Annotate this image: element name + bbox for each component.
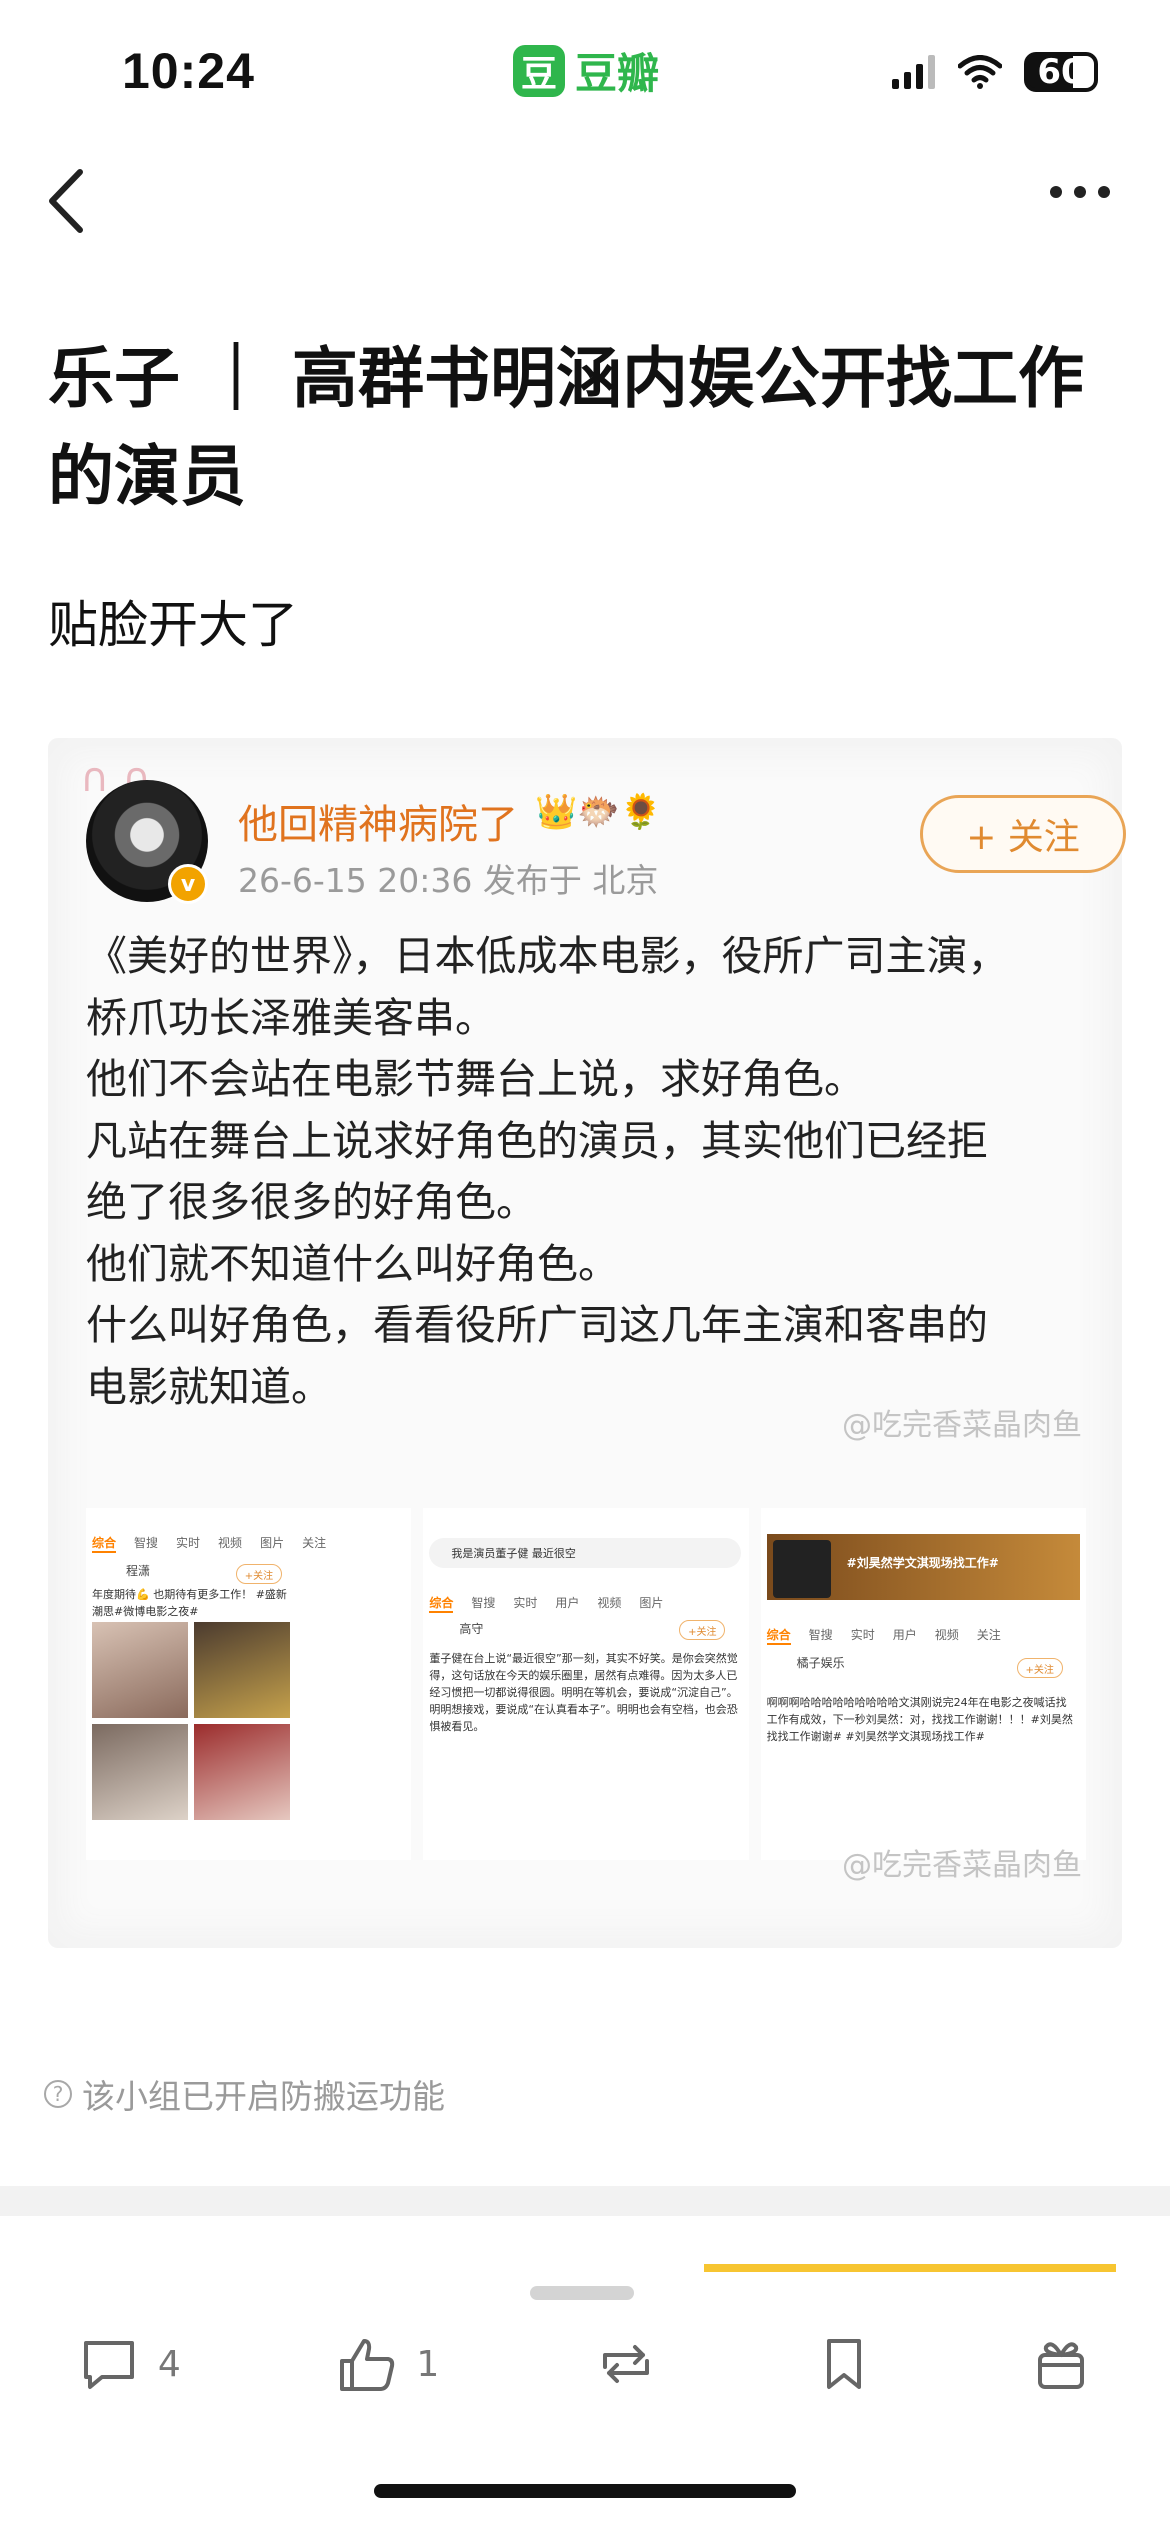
body-line: 绝了很多很多的好角色。 — [86, 1178, 537, 1226]
like-count: 1 — [416, 2343, 440, 2385]
tab: 关注 — [976, 1628, 1001, 1642]
embed-author-name: 他回精神病院了 — [238, 802, 518, 848]
watermark: @吃完香菜晶肉鱼 — [842, 1848, 1082, 1883]
section-divider — [0, 2186, 1170, 2216]
battery-level: 60 — [1037, 52, 1085, 92]
tab: 实时 — [513, 1596, 538, 1610]
tab-row: 综合 智搜 实时 视频 图片 关注 — [92, 1534, 405, 1553]
signal-icon — [892, 55, 935, 89]
shot-text: 年度期待💪 也期待有更多工作！ #盛新潮思#微博电影之夜# — [92, 1588, 287, 1618]
drag-handle[interactable] — [530, 2286, 634, 2300]
photo — [194, 1622, 290, 1718]
tab-row: 综合 智搜 实时 用户 视频 关注 — [766, 1626, 1080, 1645]
shot-follow: +关注 — [1016, 1658, 1063, 1678]
tab-comprehensive: 综合 — [766, 1626, 791, 1645]
shot-follow: +关注 — [679, 1620, 726, 1640]
tab: 视频 — [597, 1596, 622, 1610]
shot-follow: +关注 — [236, 1564, 282, 1584]
post-title: 乐子 ｜ 高群书明涵内娱公开找工作的演员 — [48, 340, 1084, 515]
tab: 图片 — [260, 1536, 285, 1550]
body-line: 桥爪功长泽雅美客串。 — [86, 993, 496, 1042]
shot-user: 程潇 — [126, 1564, 151, 1578]
status-time: 10:24 — [122, 43, 255, 99]
question-circle-icon: ? — [44, 2080, 72, 2108]
bookmark-icon — [826, 2339, 861, 2389]
screenshot-3: #刘昊然学文淇现场找工作# 综合 智搜 实时 用户 视频 关注 橘子娱乐 +关注… — [760, 1508, 1086, 1860]
shot-user: 橘子娱乐 — [796, 1656, 845, 1670]
topic-photo — [772, 1540, 831, 1598]
battery-icon: 60 — [1024, 52, 1098, 92]
douban-logo-icon: 豆 — [513, 44, 565, 97]
embed-body-text: 《美好的世界》，日本低成本电影，役所广司主演， 桥爪功长泽雅美客串。 他们不会站… — [86, 926, 1096, 1418]
anti-repost-notice: ? 该小组已开启防搬运功能 — [44, 2070, 445, 2118]
action-toolbar: 4 1 — [0, 2304, 1170, 2424]
comment-icon — [83, 2341, 134, 2389]
tab: 实时 — [850, 1628, 875, 1642]
tab: 图片 — [639, 1596, 664, 1610]
shot-text: 董子健在台上说“最近很空”那一刻，其实不好笑。是你会突然觉得，这句话放在今天的娱… — [429, 1652, 738, 1733]
body-line: 凡站在舞台上说求好角色的演员，其实他们已经拒 — [86, 1116, 988, 1165]
gift-button[interactable] — [1030, 2333, 1092, 2395]
post-body: 贴脸开大了 — [48, 596, 298, 654]
back-arrow-icon[interactable] — [44, 168, 90, 234]
shot-search: 我是演员董子健 最近很空 — [429, 1538, 741, 1568]
app-name: 豆瓣 — [575, 49, 660, 98]
app-indicator: 豆 豆瓣 — [513, 40, 659, 101]
photo — [92, 1724, 188, 1820]
accent-line — [704, 2264, 1116, 2272]
tab: 实时 — [176, 1536, 201, 1550]
verified-badge-icon: v — [168, 864, 208, 904]
gift-icon — [1038, 2342, 1085, 2389]
tab: 用户 — [892, 1628, 917, 1642]
thumbs-up-icon — [340, 2339, 395, 2391]
tab-comprehensive: 综合 — [92, 1534, 117, 1553]
body-line: 《美好的世界》，日本低成本电影，役所广司主演， — [86, 932, 1009, 980]
wifi-icon — [958, 55, 1002, 89]
tab: 关注 — [302, 1536, 327, 1550]
bookmark-button[interactable] — [813, 2333, 875, 2395]
notice-text: 该小组已开启防搬运功能 — [82, 2077, 445, 2116]
tab: 智搜 — [134, 1536, 159, 1550]
body-line: 什么叫好角色，看看役所广司这几年主演和客串的 — [86, 1301, 988, 1349]
photo — [92, 1622, 188, 1718]
topic-header: #刘昊然学文淇现场找工作# — [766, 1534, 1080, 1600]
screenshot-2: 我是演员董子健 最近很空 综合 智搜 实时 用户 视频 图片 高守 +关注 董子… — [423, 1508, 749, 1860]
photo — [194, 1724, 290, 1820]
comment-count: 4 — [157, 2343, 181, 2385]
home-indicator[interactable] — [374, 2484, 796, 2498]
tab: 视频 — [218, 1536, 243, 1550]
tab-comprehensive: 综合 — [429, 1594, 454, 1613]
nested-screenshots: 综合 智搜 实时 视频 图片 关注 程潇 +关注 年度期待💪 也期待有更多工作！… — [86, 1508, 1086, 1860]
system-indicators: 60 — [892, 52, 1098, 92]
watermark: @吃完香菜晶肉鱼 — [842, 1408, 1082, 1443]
more-options-icon[interactable] — [1050, 186, 1110, 198]
shot-user: 高守 — [459, 1622, 484, 1636]
repost-icon — [602, 2345, 649, 2383]
body-line: 他们就不知道什么叫好角色。 — [86, 1239, 619, 1288]
tab: 智搜 — [471, 1596, 496, 1610]
shot-text: 啊啊啊哈哈哈哈哈哈哈哈哈文淇刚说完24年在电影之夜喊话找工作有成效，下一秒刘昊然… — [766, 1696, 1073, 1743]
tab: 智搜 — [808, 1628, 833, 1642]
tab: 视频 — [934, 1628, 959, 1642]
author-badge-icons: 👑🐡🌻 — [535, 792, 663, 832]
embed-meta: 26-6-15 20:36 发布于 北京 — [238, 861, 659, 900]
comment-button[interactable]: 4 — [78, 2333, 181, 2395]
tab-row: 综合 智搜 实时 用户 视频 图片 — [429, 1594, 742, 1613]
tab: 用户 — [555, 1596, 580, 1610]
like-button[interactable]: 1 — [336, 2333, 439, 2395]
screenshot-1: 综合 智搜 实时 视频 图片 关注 程潇 +关注 年度期待💪 也期待有更多工作！… — [86, 1508, 412, 1860]
embed-follow-button: + 关注 — [920, 795, 1126, 873]
repost-button[interactable] — [595, 2333, 657, 2395]
topic-title: #刘昊然学文淇现场找工作# — [846, 1556, 999, 1570]
body-line: 他们不会站在电影节舞台上说，求好角色。 — [86, 1055, 865, 1103]
